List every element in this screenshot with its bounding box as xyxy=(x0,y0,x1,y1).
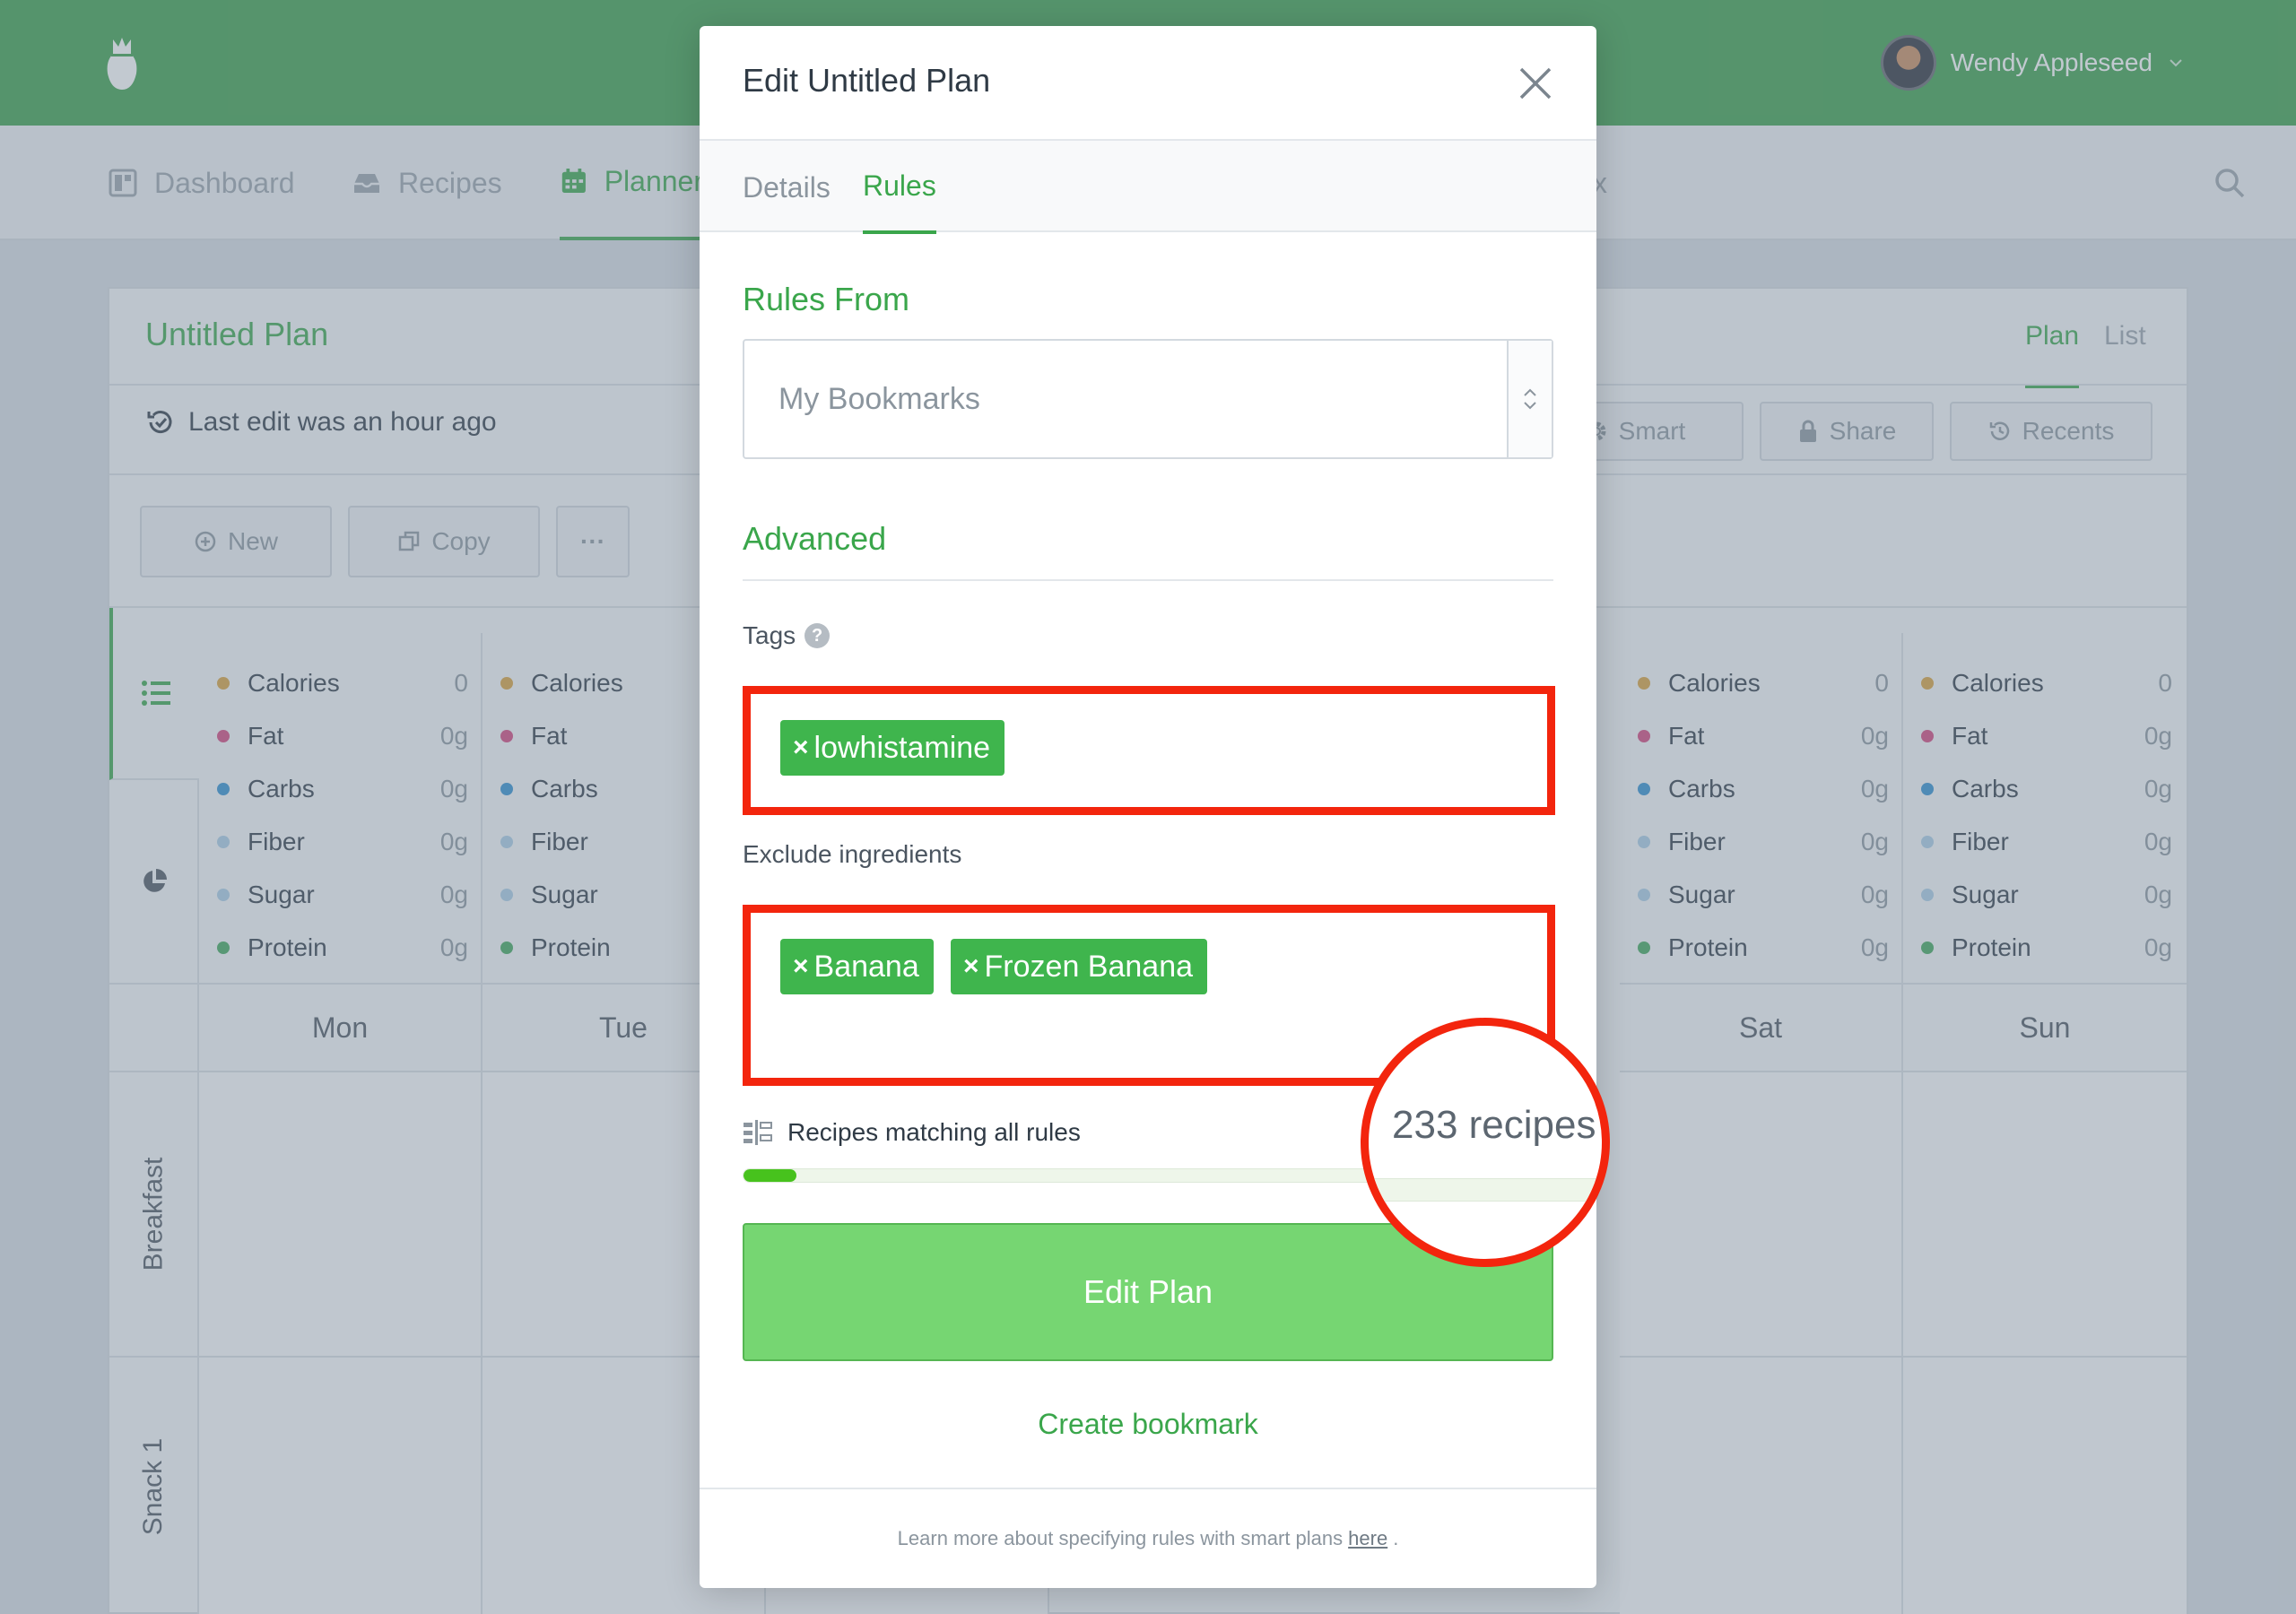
exclude-chip-label: Frozen Banana xyxy=(984,949,1194,984)
footer-link[interactable]: here xyxy=(1348,1527,1387,1550)
remove-icon[interactable]: × xyxy=(963,951,979,982)
close-icon[interactable] xyxy=(1516,64,1555,103)
filter-icon xyxy=(744,1120,772,1145)
advanced-title: Advanced xyxy=(743,520,887,557)
rules-from-select[interactable]: My Bookmarks xyxy=(743,339,1553,459)
match-label-text: Recipes matching all rules xyxy=(787,1118,1081,1146)
footer-text: Learn more about specifying rules with s… xyxy=(897,1527,1344,1549)
modal-footer: Learn more about specifying rules with s… xyxy=(700,1488,1596,1588)
tags-label: Tags ? xyxy=(743,621,831,650)
tag-chip[interactable]: × lowhistamine xyxy=(780,720,1005,776)
help-icon[interactable]: ? xyxy=(804,623,831,648)
exclude-chip[interactable]: × Frozen Banana xyxy=(951,939,1208,994)
magnifier-callout: 233 recipes xyxy=(1361,1018,1610,1267)
rules-from-value: My Bookmarks xyxy=(778,381,980,416)
tab-rules[interactable]: Rules xyxy=(863,141,936,234)
create-bookmark-link[interactable]: Create bookmark xyxy=(700,1408,1596,1441)
exclude-label: Exclude ingredients xyxy=(743,840,962,868)
edit-plan-modal: Edit Untitled Plan Details Rules Rules F… xyxy=(700,26,1596,1588)
remove-icon[interactable]: × xyxy=(793,733,809,763)
match-progress-fill xyxy=(744,1169,796,1182)
exclude-chip[interactable]: × Banana xyxy=(780,939,934,994)
tab-details[interactable]: Details xyxy=(743,141,831,234)
rules-from-title: Rules From xyxy=(743,281,910,317)
modal-tabs: Details Rules xyxy=(700,139,1596,234)
remove-icon[interactable]: × xyxy=(793,951,809,982)
divider xyxy=(743,579,1553,581)
updown-icon xyxy=(1524,388,1536,410)
match-label: Recipes matching all rules xyxy=(743,1118,1081,1147)
match-count: 233 recipes xyxy=(1392,1103,1596,1147)
tags-label-text: Tags xyxy=(743,621,796,649)
magnified-progress-bar xyxy=(1369,1178,1602,1202)
tag-chip-label: lowhistamine xyxy=(813,730,991,765)
footer-end: . xyxy=(1393,1527,1399,1549)
modal-title: Edit Untitled Plan xyxy=(743,62,991,99)
select-arrow[interactable] xyxy=(1507,341,1552,457)
exclude-chip-label: Banana xyxy=(813,949,919,984)
